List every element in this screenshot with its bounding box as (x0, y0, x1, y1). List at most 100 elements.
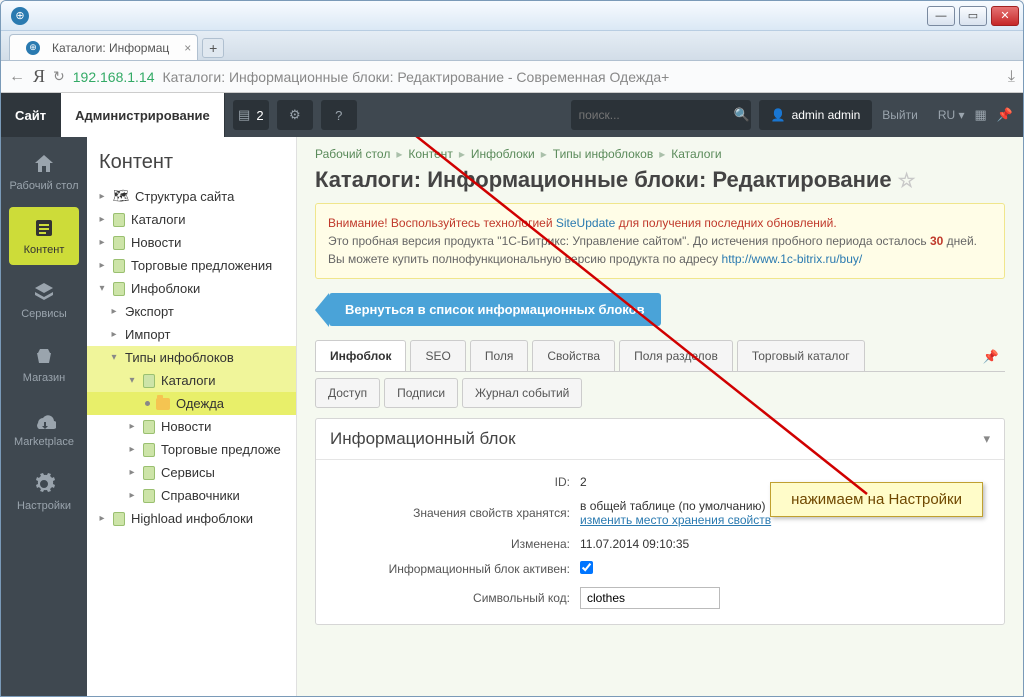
tree-item-iblocks[interactable]: ▾Инфоблоки (87, 277, 296, 300)
reload-icon[interactable]: ↻ (53, 68, 65, 85)
search-input[interactable] (579, 108, 734, 122)
tree-item-structure[interactable]: ▸🗺Структура сайта (87, 184, 296, 208)
chat-icon: ▤ (238, 107, 250, 123)
tree-item-type-ref[interactable]: ▸Справочники (87, 484, 296, 507)
crumb-link[interactable]: Контент (408, 147, 452, 161)
address-host[interactable]: 192.168.1.14 (73, 69, 155, 85)
notifications-button[interactable]: ▤ 2 (233, 100, 269, 130)
tab-event-log[interactable]: Журнал событий (462, 378, 582, 408)
user-menu-button[interactable]: 👤 admin admin (759, 100, 873, 130)
tree-item-type-news[interactable]: ▸Новости (87, 415, 296, 438)
tree-title: Контент (87, 147, 296, 184)
mode-admin-button[interactable]: Администрирование (61, 93, 225, 137)
active-checkbox[interactable] (580, 561, 593, 574)
siteupdate-link[interactable]: SiteUpdate (556, 216, 615, 230)
tree-item-type-catalogs[interactable]: ▾Каталоги (87, 369, 296, 392)
pin-tabs-icon[interactable]: 📌 (977, 343, 1005, 371)
window-titlebar: ⊕ — ▭ ✕ (1, 1, 1023, 31)
doc-icon (113, 282, 125, 296)
tab-access[interactable]: Доступ (315, 378, 380, 408)
logout-button[interactable]: Выйти (872, 108, 928, 122)
basket-icon (32, 344, 56, 368)
page-title: Каталоги: Информационные блоки: Редактир… (315, 167, 1005, 193)
doc-icon (113, 512, 125, 526)
address-title: Каталоги: Информационные блоки: Редактир… (163, 69, 670, 85)
tab-trade-catalog[interactable]: Торговый каталог (737, 340, 865, 371)
tab-fields[interactable]: Поля (470, 340, 529, 371)
tree-item-type-services[interactable]: ▸Сервисы (87, 461, 296, 484)
field-modified-value: 11.07.2014 09:10:35 (580, 537, 689, 551)
change-storage-link[interactable]: изменить место хранения свойств (580, 513, 771, 527)
window-close-button[interactable]: ✕ (991, 6, 1019, 26)
tab-properties[interactable]: Свойства (532, 340, 615, 371)
user-name: admin admin (792, 108, 861, 122)
pin-icon[interactable]: 📌 (997, 107, 1013, 123)
notifications-count: 2 (256, 108, 263, 123)
tree-item-clothes[interactable]: Одежда (87, 392, 296, 415)
tab-iblock[interactable]: Инфоблок (315, 340, 406, 371)
mode-site-button[interactable]: Сайт (1, 93, 61, 137)
tree-item-type-offers[interactable]: ▸Торговые предложе (87, 438, 296, 461)
rail-item-content[interactable]: Контент (9, 207, 79, 265)
doc-icon (143, 443, 155, 457)
home-icon (32, 152, 56, 176)
doc-icon (113, 259, 125, 273)
calendar-icon[interactable]: ▦ (975, 107, 987, 123)
tree-item-offers[interactable]: ▸Торговые предложения (87, 254, 296, 277)
browser-addressbar: ← Я ↻ 192.168.1.14 Каталоги: Информацион… (1, 61, 1023, 93)
admin-search[interactable]: 🔍 (571, 100, 751, 130)
sitemap-icon: 🗺 (113, 188, 129, 204)
crumb-link[interactable]: Рабочий стол (315, 147, 390, 161)
crumb-link[interactable]: Каталоги (671, 147, 721, 161)
tab-close-icon[interactable]: × (184, 41, 191, 55)
tree-item-iblock-types[interactable]: ▾Типы инфоблоков (87, 346, 296, 369)
tree-item-highload[interactable]: ▸Highload инфоблоки (87, 507, 296, 530)
back-arrow-icon[interactable]: ← (9, 68, 25, 86)
tab-captions[interactable]: Подписи (384, 378, 458, 408)
settings-gear-button[interactable]: ⚙ (277, 100, 313, 130)
cloud-download-icon (32, 408, 56, 432)
doc-icon (143, 420, 155, 434)
breadcrumb: Рабочий стол▸ Контент▸ Инфоблоки▸ Типы и… (315, 147, 1005, 161)
rail-item-desktop[interactable]: Рабочий стол (9, 143, 79, 201)
tree-item-catalogs[interactable]: ▸Каталоги (87, 208, 296, 231)
doc-icon (143, 374, 155, 388)
lang-switch[interactable]: RU ▾ (928, 108, 975, 122)
collapse-icon[interactable]: ▾ (983, 431, 990, 447)
help-icon: ? (335, 108, 342, 123)
back-to-list-button[interactable]: Вернуться в список информационных блоков (329, 293, 661, 326)
tree-item-news[interactable]: ▸Новости (87, 231, 296, 254)
tab-section-fields[interactable]: Поля разделов (619, 340, 733, 371)
download-icon[interactable]: ⤓ (1008, 68, 1015, 86)
content-icon (32, 216, 56, 240)
content-tree: Контент ▸🗺Структура сайта ▸Каталоги ▸Нов… (87, 137, 297, 697)
yandex-logo-icon[interactable]: Я (33, 66, 45, 87)
doc-icon (113, 236, 125, 250)
window-maximize-button[interactable]: ▭ (959, 6, 987, 26)
crumb-link[interactable]: Инфоблоки (471, 147, 535, 161)
crumb-link[interactable]: Типы инфоблоков (553, 147, 653, 161)
rail-item-services[interactable]: Сервисы (9, 271, 79, 329)
symbolic-code-input[interactable] (580, 587, 720, 609)
trial-notice: Внимание! Воспользуйтесь технологией Sit… (315, 203, 1005, 279)
buy-link[interactable]: http://www.1c-bitrix.ru/buy/ (722, 252, 863, 266)
gear-icon (32, 472, 56, 496)
folder-icon (156, 398, 170, 410)
tabs-secondary: Доступ Подписи Журнал событий (315, 378, 1005, 408)
help-button[interactable]: ? (321, 100, 357, 130)
browser-tab[interactable]: ⊕ Каталоги: Информац × (9, 34, 198, 60)
admin-topbar: Сайт Администрирование ▤ 2 ⚙ ? 🔍 👤 admin… (1, 93, 1023, 137)
rail-item-settings[interactable]: Настройки (9, 463, 79, 521)
tab-seo[interactable]: SEO (410, 340, 465, 371)
rail-item-marketplace[interactable]: Marketplace (9, 399, 79, 457)
browser-tabbar: ⊕ Каталоги: Информац × + (1, 31, 1023, 61)
doc-icon (143, 466, 155, 480)
panel-heading: Информационный блок (330, 429, 516, 449)
rail-item-shop[interactable]: Магазин (9, 335, 79, 393)
tree-item-export[interactable]: ▸Экспорт (87, 300, 296, 323)
favorite-star-icon[interactable]: ☆ (898, 170, 916, 192)
window-minimize-button[interactable]: — (927, 6, 955, 26)
new-tab-button[interactable]: + (202, 38, 224, 58)
app-icon: ⊕ (11, 7, 29, 25)
tree-item-import[interactable]: ▸Импорт (87, 323, 296, 346)
